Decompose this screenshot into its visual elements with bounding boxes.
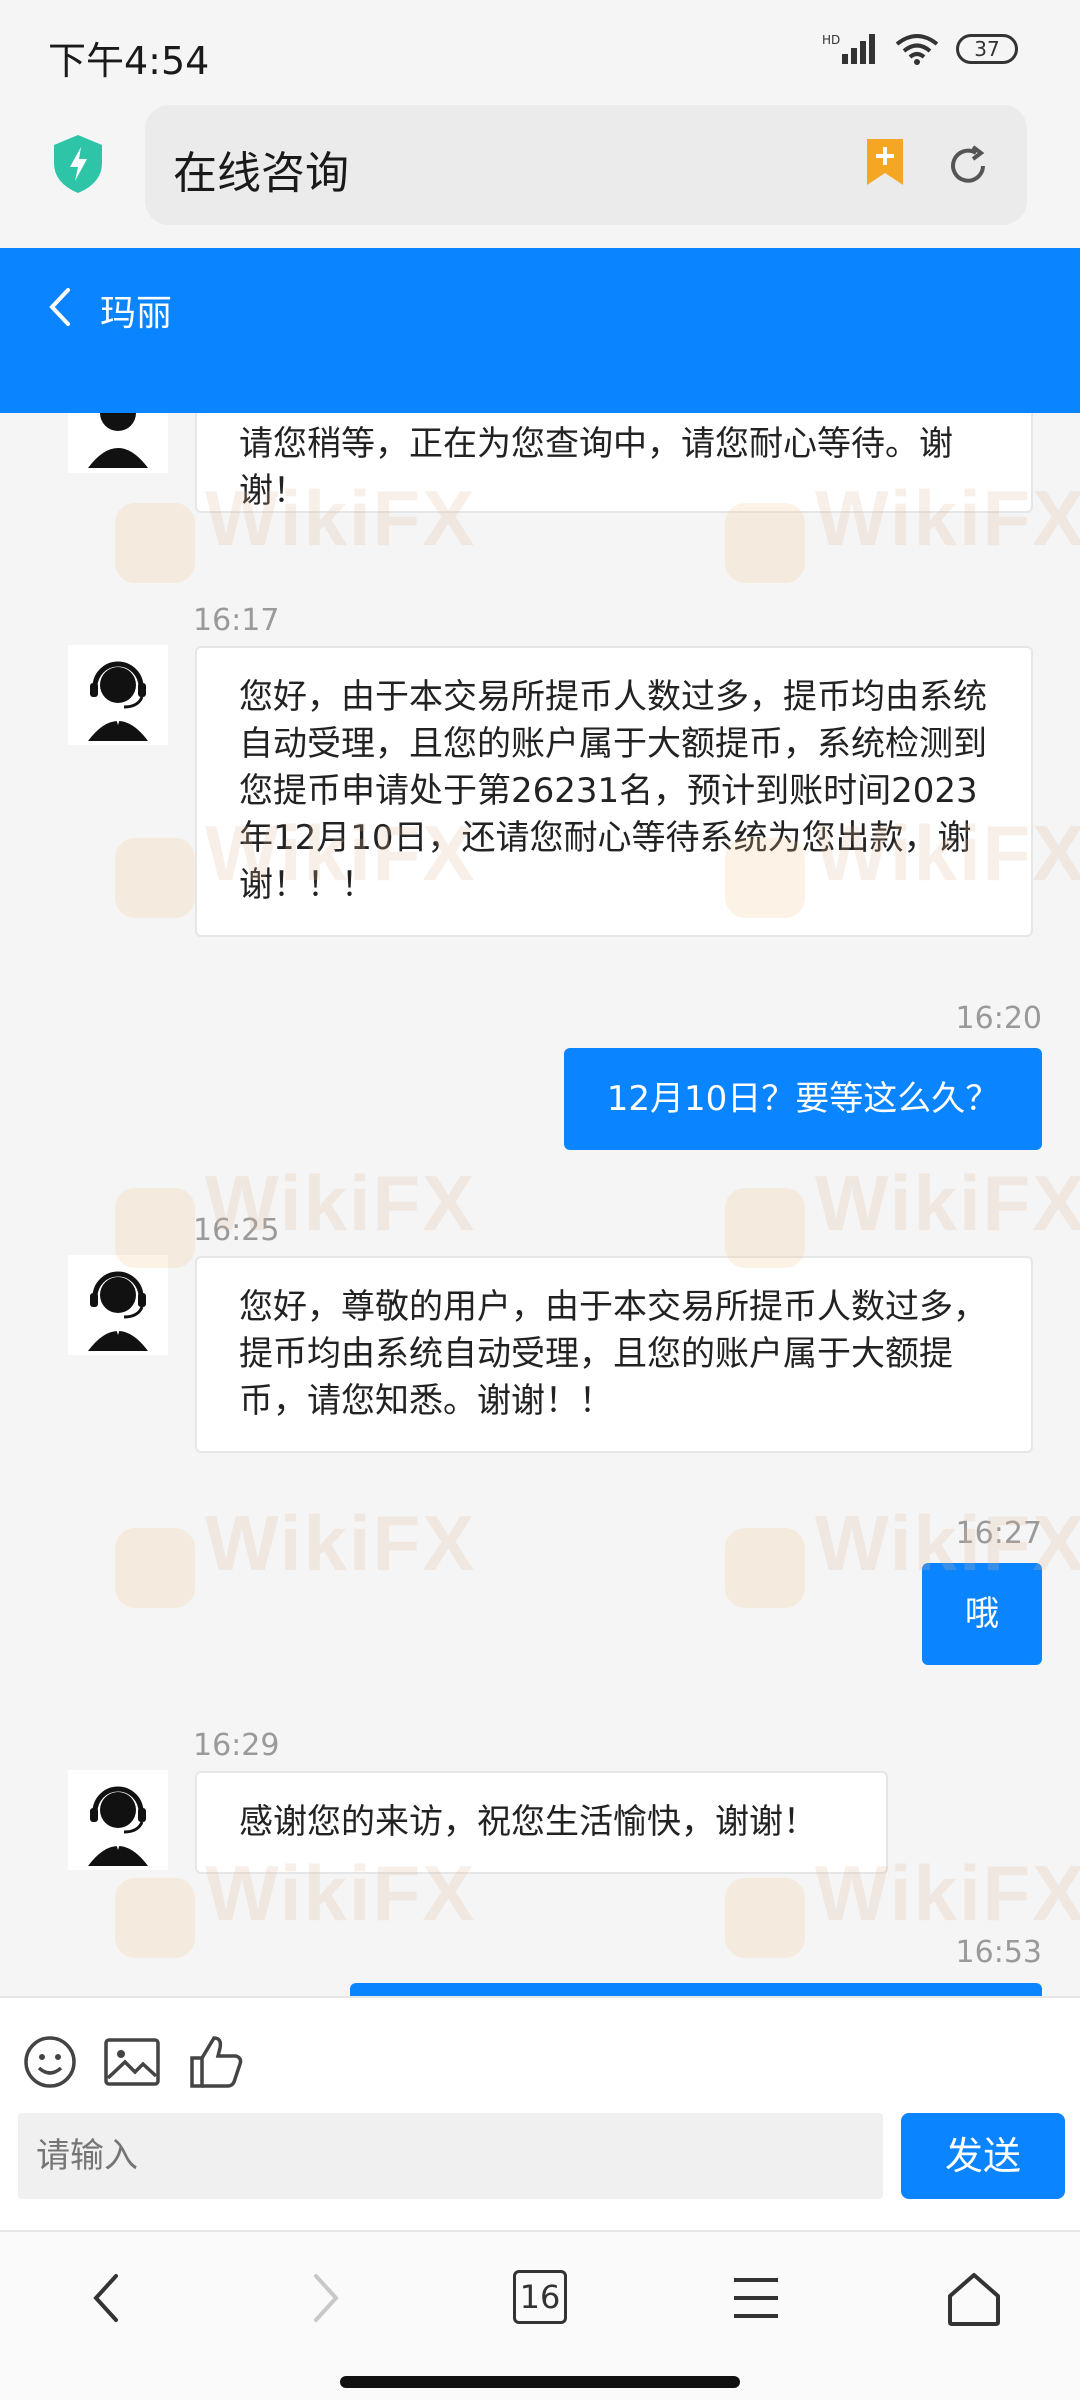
- refresh-icon[interactable]: [945, 143, 991, 189]
- status-bar: 下午4:54 HD 37: [0, 0, 1080, 105]
- message-time: 16:17: [193, 603, 280, 638]
- watermark-logo: [725, 838, 805, 918]
- agent-avatar: [68, 413, 168, 473]
- emoji-icon[interactable]: [22, 2034, 78, 2090]
- watermark: WikiFX: [205, 1499, 477, 1587]
- agent-name: 玛丽: [100, 293, 173, 334]
- watermark-logo: [115, 1878, 195, 1958]
- wifi-icon: [895, 34, 939, 65]
- user-message-text: 哦: [965, 1594, 999, 1634]
- shield-icon[interactable]: [50, 133, 106, 195]
- watermark: WikiFX: [815, 1159, 1080, 1247]
- image-icon[interactable]: [103, 2034, 161, 2090]
- watermark: WikiFX: [815, 474, 1080, 562]
- agent-avatar: [68, 1255, 168, 1355]
- agent-message-bubble: 您好，尊敬的用户，由于本交易所提币人数过多，提币均由系统自动受理，且您的账户属于…: [195, 1256, 1033, 1453]
- agent-headset-icon: [88, 661, 148, 741]
- network-label: HD: [822, 33, 840, 47]
- battery-icon: 37: [956, 34, 1018, 64]
- home-icon[interactable]: [945, 2270, 1003, 2328]
- user-message-bubble: 12月10日？要等这么久？: [564, 1048, 1042, 1150]
- watermark-logo: [115, 1188, 195, 1268]
- watermark: WikiFX: [815, 1849, 1080, 1937]
- watermark-logo: [725, 1528, 805, 1608]
- chat-header: 玛丽: [0, 248, 1080, 413]
- message-input-panel: 发送: [0, 1996, 1080, 2230]
- user-message-text: 12月10日？要等这么久？: [606, 1079, 1000, 1119]
- message-time: 16:29: [193, 1728, 280, 1763]
- tabs-button[interactable]: 16: [513, 2270, 567, 2324]
- browser-bar: 在线咨询: [0, 105, 1080, 248]
- back-icon[interactable]: [86, 2270, 126, 2326]
- watermark-logo: [725, 1188, 805, 1268]
- watermark: WikiFX: [205, 1849, 477, 1937]
- watermark: WikiFX: [205, 809, 477, 897]
- tab-count: 16: [519, 2278, 561, 2316]
- send-button[interactable]: 发送: [901, 2113, 1065, 2199]
- watermark-logo: [115, 1528, 195, 1608]
- agent-headset-icon: [88, 413, 148, 468]
- signal-icon: HD: [822, 33, 875, 64]
- bookmark-add-icon[interactable]: [863, 135, 907, 189]
- address-bar[interactable]: 在线咨询: [145, 105, 1027, 225]
- watermark: WikiFX: [815, 809, 1080, 897]
- user-message-bubble: [350, 1983, 1042, 1996]
- message-input[interactable]: [18, 2113, 883, 2199]
- page-title: 在线咨询: [173, 148, 349, 199]
- watermark: WikiFX: [205, 1159, 477, 1247]
- agent-message-text: 感谢您的来访，祝您生活愉快，谢谢！: [239, 1802, 817, 1842]
- watermark-logo: [115, 503, 195, 583]
- watermark-logo: [115, 838, 195, 918]
- thumbs-up-icon[interactable]: [188, 2034, 244, 2090]
- menu-icon[interactable]: [728, 2270, 784, 2326]
- agent-headset-icon: [88, 1271, 148, 1351]
- status-icons: HD 37: [822, 32, 1018, 66]
- agent-headset-icon: [88, 1786, 148, 1866]
- message-time: 16:53: [955, 1935, 1042, 1970]
- watermark: WikiFX: [815, 1499, 1080, 1587]
- back-arrow-icon[interactable]: [42, 282, 78, 332]
- watermark-logo: [725, 503, 805, 583]
- watermark: WikiFX: [205, 474, 477, 562]
- watermark-logo: [725, 1878, 805, 1958]
- agent-avatar: [68, 645, 168, 745]
- agent-message-text: 您好，尊敬的用户，由于本交易所提币人数过多，提币均由系统自动受理，且您的账户属于…: [239, 1287, 987, 1421]
- forward-icon[interactable]: [306, 2270, 346, 2326]
- browser-nav-bar: 16: [0, 2230, 1080, 2400]
- chat-message-list[interactable]: 请您稍等，正在为您查询中，请您耐心等待。谢谢！ 16:17 您好，由于本交易所提…: [0, 413, 1080, 1996]
- message-time: 16:20: [955, 1001, 1042, 1036]
- status-time: 下午4:54: [48, 39, 210, 83]
- home-indicator[interactable]: [340, 2376, 740, 2388]
- agent-avatar: [68, 1770, 168, 1870]
